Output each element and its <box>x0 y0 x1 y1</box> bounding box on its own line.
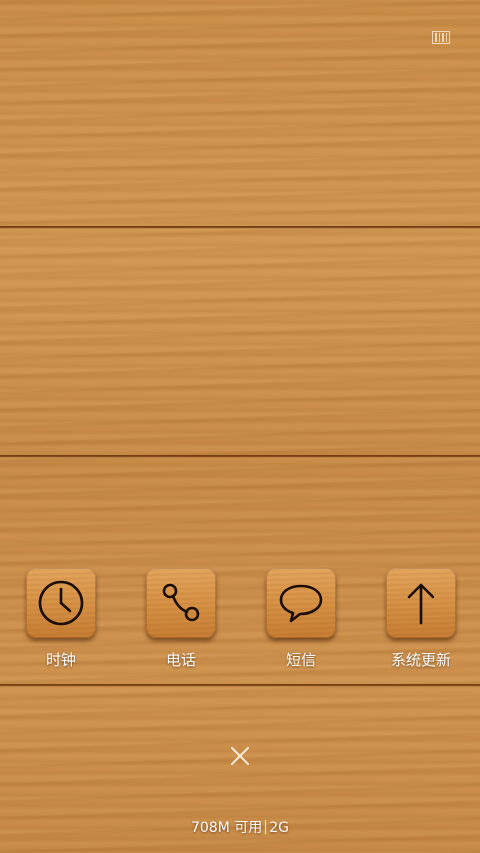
wood-background <box>0 0 480 853</box>
memory-status: 708M 可用 2G <box>0 817 480 837</box>
app-messages[interactable]: 短信 <box>256 568 346 670</box>
message-icon <box>279 584 323 623</box>
plank-divider <box>0 226 480 229</box>
app-phone[interactable]: 电话 <box>136 568 226 670</box>
messages-tile[interactable] <box>266 568 336 638</box>
app-system-update[interactable]: 系统更新 <box>376 568 466 670</box>
app-label: 短信 <box>285 651 316 669</box>
app-label: 电话 <box>165 651 196 669</box>
system-update-tile[interactable] <box>386 568 456 638</box>
clear-all-icon[interactable] <box>432 31 450 44</box>
plank-divider <box>0 684 480 687</box>
phone-icon <box>162 583 200 622</box>
status-divider <box>265 820 267 834</box>
app-label: 系统更新 <box>390 651 451 669</box>
recent-apps-row: 时钟 电话 短信 系统更新 <box>0 568 480 678</box>
arrow-up-icon <box>407 583 435 625</box>
close-icon[interactable] <box>229 745 251 767</box>
plank-divider <box>0 455 480 458</box>
clock-icon <box>38 580 84 626</box>
app-label: 时钟 <box>45 651 76 669</box>
memory-available: 708M 可用 <box>190 820 263 836</box>
clock-tile[interactable] <box>26 568 96 638</box>
phone-tile[interactable] <box>146 568 216 638</box>
network-type: 2G <box>269 820 290 836</box>
app-clock[interactable]: 时钟 <box>16 568 106 670</box>
